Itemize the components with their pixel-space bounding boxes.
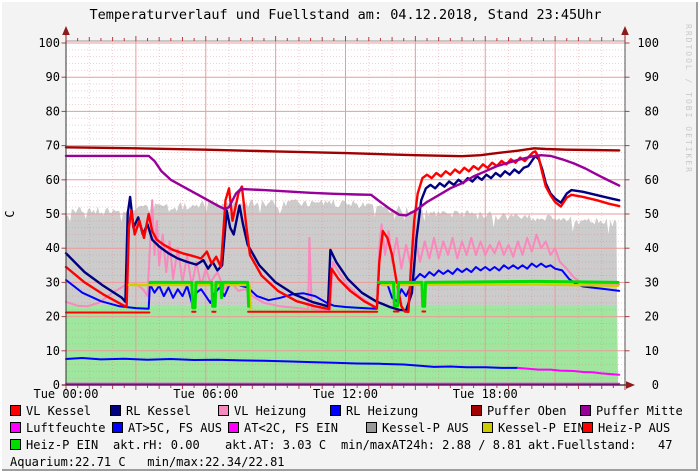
legend-swatch-rl-kessel (110, 405, 121, 416)
legend-label: Kessel-P AUS (382, 421, 469, 435)
y-axis-tick-label-left: 80 (46, 104, 60, 118)
legend-item-heiz-p-aus: Heiz-P AUS (582, 421, 670, 436)
legend-item-kessel-p-ein: Kessel-P EIN (482, 421, 585, 436)
y-axis-tick-label-right: 70 (645, 139, 659, 153)
y-axis-tick-label-right: 100 (637, 36, 659, 50)
legend-swatch-puffer-oben (471, 405, 482, 416)
legend-item-vl-kessel: VL Kessel (10, 404, 91, 419)
y-axis-tick-label-left: 70 (46, 139, 60, 153)
rrdtool-watermark: RRDTOOL / TOBI OETIKER (684, 24, 693, 174)
legend-item-puffer-oben: Puffer Oben (471, 404, 566, 419)
legend-row-2: Luftfeuchte AT>5C, FS AUS AT<2C, FS EIN Kes… (0, 421, 698, 438)
y-axis-arrow-right (621, 26, 629, 35)
legend-item-vl-heizung: VL Heizung (218, 404, 306, 419)
legend-item-min-maxat24h-2-88-8-81: min/maxAT24h: 2.88 / 8.81 (341, 438, 522, 453)
legend-label: akt.AT: 3.03 C (225, 438, 326, 452)
y-axis-tick-label-right: 10 (645, 344, 659, 358)
x-axis-tick-label: Tue 00:00 (33, 387, 98, 401)
legend-label: RL Kessel (126, 404, 191, 418)
x-axis-tick-label: Tue 18:00 (453, 387, 518, 401)
temperature-chart: 0010102020303040405050606070708080909010… (0, 0, 698, 402)
legend-swatch-vl-kessel (10, 405, 21, 416)
y-axis-tick-label-right: 30 (645, 275, 659, 289)
legend-swatch-at-2c-fs-ein (228, 422, 239, 433)
legend-label: VL Heizung (234, 404, 306, 418)
legend-label: RL Heizung (346, 404, 418, 418)
y-axis-tick-label-left: 40 (46, 241, 60, 255)
y-axis-tick-label-right: 20 (645, 310, 659, 324)
y-axis-tick-label-left: 100 (38, 36, 60, 50)
legend-item-kessel-p-aus: Kessel-P AUS (366, 421, 469, 436)
y-axis-tick-label-left: 30 (46, 275, 60, 289)
legend-label: min/maxAT24h: 2.88 / 8.81 (341, 438, 522, 452)
legend-item-at-2c-fs-ein: AT<2C, FS EIN (228, 421, 338, 436)
series-line-kessel-p-ein (382, 285, 618, 286)
legend-swatch-puffer-mitte (580, 405, 591, 416)
legend-label: akt.Fuellstand: 47 (528, 438, 673, 452)
y-axis-tick-label-right: 0 (652, 378, 659, 392)
legend-swatch-rl-heizung (330, 405, 341, 416)
legend-row-3: Heiz-P EIN akt.rH: 0.00 akt.AT: 3.03 C min/… (0, 438, 698, 455)
y-axis-tick-label-right: 50 (645, 207, 659, 221)
y-axis-tick-label-left: 50 (46, 207, 60, 221)
legend-label: Luftfeuchte (26, 421, 105, 435)
legend-swatch-at-5c-fs-aus (112, 422, 123, 433)
x-axis-tick-label: Tue 06:00 (173, 387, 238, 401)
legend-item-puffer-mitte: Puffer Mitte (580, 404, 683, 419)
y-axis-tick-label-left: 10 (46, 344, 60, 358)
legend-item-aquarium-22-71-c-min-max-22-34: Aquarium:22.71 C min/max:22.34/22.81 (10, 455, 285, 470)
y-axis-tick-label-right: 80 (645, 104, 659, 118)
y-axis-tick-label-left: 20 (46, 310, 60, 324)
legend-label: Aquarium:22.71 C min/max:22.34/22.81 (10, 455, 285, 469)
y-axis-title: C (3, 210, 17, 217)
legend-item-akt-fuellstand-47: akt.Fuellstand: 47 (528, 438, 673, 453)
legend-label: Kessel-P EIN (498, 421, 585, 435)
legend-label: AT>5C, FS AUS (128, 421, 222, 435)
rrdtool-graph-frame: Temperaturverlauf und Fuellstand am: 04.… (0, 0, 698, 471)
legend-swatch-kessel-p-aus (366, 422, 377, 433)
legend-item-at-5c-fs-aus: AT>5C, FS AUS (112, 421, 222, 436)
legend-swatch-heiz-p-aus (582, 422, 593, 433)
legend-label: Puffer Oben (487, 404, 566, 418)
legend-label: VL Kessel (26, 404, 91, 418)
legend-item-akt-at-3-03-c: akt.AT: 3.03 C (225, 438, 326, 453)
legend-swatch-heiz-p-ein (10, 439, 21, 450)
legend-label: Puffer Mitte (596, 404, 683, 418)
legend-label: AT<2C, FS EIN (244, 421, 338, 435)
y-axis-tick-label-right: 90 (645, 70, 659, 84)
legend-label: Heiz-P AUS (598, 421, 670, 435)
y-axis-tick-label-right: 60 (645, 173, 659, 187)
legend-swatch-kessel-p-ein (482, 422, 493, 433)
legend-item-rl-heizung: RL Heizung (330, 404, 418, 419)
legend-swatch-luftfeuchte (10, 422, 21, 433)
y-axis-tick-label-left: 90 (46, 70, 60, 84)
legend-swatch-vl-heizung (218, 405, 229, 416)
legend-item-heiz-p-ein: Heiz-P EIN (10, 438, 98, 453)
y-axis-tick-label-right: 40 (645, 241, 659, 255)
legend-label: Heiz-P EIN (26, 438, 98, 452)
legend-label: akt.rH: 0.00 (113, 438, 200, 452)
legend-row-4: Aquarium:22.71 C min/max:22.34/22.81 (0, 455, 698, 471)
legend-item-luftfeuchte: Luftfeuchte (10, 421, 105, 436)
y-axis-tick-label-left: 60 (46, 173, 60, 187)
legend: VL Kessel RL Kessel VL Heizung RL Heizung Pu… (0, 402, 698, 471)
legend-item-akt-rh-0-00: akt.rH: 0.00 (113, 438, 200, 453)
x-axis-tick-label: Tue 12:00 (313, 387, 378, 401)
legend-item-rl-kessel: RL Kessel (110, 404, 191, 419)
legend-row-1: VL Kessel RL Kessel VL Heizung RL Heizung Pu… (0, 404, 698, 421)
y-axis-arrow-left (62, 26, 70, 35)
